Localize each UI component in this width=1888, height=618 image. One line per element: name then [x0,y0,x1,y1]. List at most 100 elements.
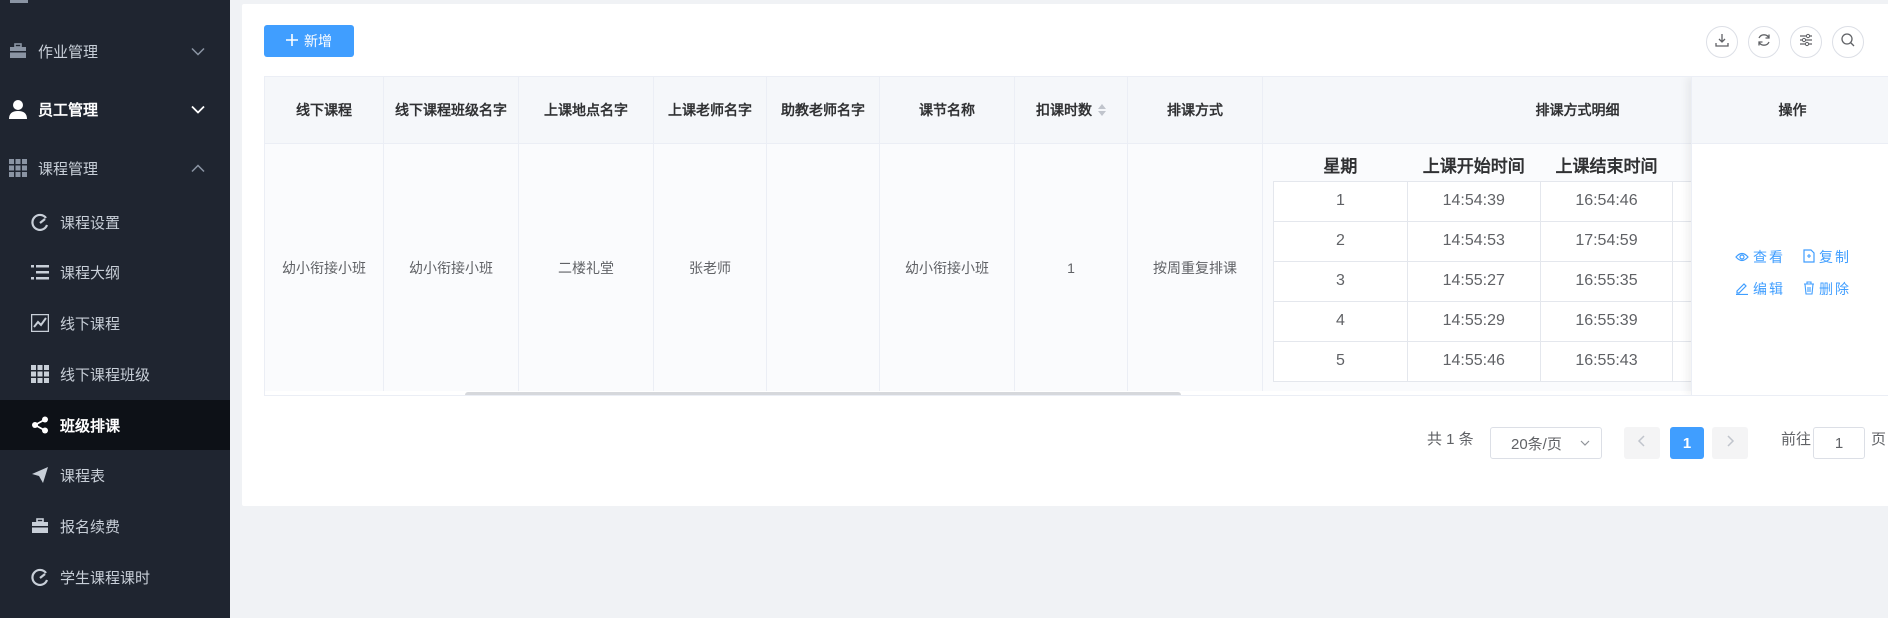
table-header-label: 扣课时数 [1036,102,1092,118]
chevron-up-icon [191,160,205,177]
table-header-cell: 上课老师名字 [654,77,767,144]
table-cell: 幼小衔接小班 [384,144,519,391]
table-header-cell: 线下课程 [265,77,384,144]
view-label: 查看 [1753,249,1785,265]
table-header-cell: 线下课程班级名字 [384,77,519,144]
refresh-button[interactable] [1748,26,1780,58]
detail-cell: 2 [1273,220,1408,262]
download-button[interactable] [1706,26,1738,58]
grid-icon [8,158,28,178]
horizontal-scrollbar[interactable] [465,392,1181,395]
sidebar-item-student-hours[interactable]: 学生课程课时 [0,552,230,602]
detail-cell [1672,260,1693,302]
send-icon [30,465,50,485]
chart-line-icon [30,313,50,333]
sidebar-item-label: 学生课程课时 [60,569,151,587]
detail-cell: 16:54:46 [1539,180,1674,222]
edit-link[interactable]: 编辑 [1735,279,1785,299]
table-header-cell: 上课地点名字 [519,77,654,144]
detail-cell: 16:55:35 [1539,260,1674,302]
sidebar-item-label: 员工管理 [38,101,99,119]
add-button-label: 新增 [304,33,332,49]
detail-header-cell: 上课结束时间 [1540,149,1673,181]
detail-cell: 14:55:27 [1406,260,1541,302]
share-icon [30,415,50,435]
detail-cell: 14:55:29 [1406,300,1541,342]
user-icon [8,99,28,119]
next-page-button[interactable] [1712,427,1748,459]
sidebar-item-course-outline[interactable]: 课程大纲 [0,247,230,297]
detail-cell: 16:55:39 [1539,300,1674,342]
page-size-select[interactable]: 20条/页 [1490,427,1602,459]
sidebar-item-offline-course[interactable]: 线下课程 [0,298,230,348]
add-button[interactable]: 新增 [264,25,354,57]
sidebar-item-offline-class[interactable]: 线下课程班级 [0,349,230,399]
copy-link[interactable]: 复制 [1803,247,1851,267]
schedule-table: 线下课程 线下课程班级名字 上课地点名字 上课老师名字 助教老师名字 课节名称 … [264,76,1888,396]
sidebar-item-staff[interactable]: 员工管理 [0,80,230,138]
detail-row: 2 14:54:53 17:54:59 [1273,220,1693,262]
detail-cell: 17:54:59 [1539,220,1674,262]
table-cell: 按周重复排课 [1128,144,1263,391]
table-cell: 幼小衔接小班 [265,144,384,391]
goto-page-input[interactable] [1813,427,1865,459]
plus-icon [286,33,298,49]
sidebar-item-label: 课程设置 [60,214,121,232]
sidebar-item-course-settings[interactable]: 课程设置 [0,197,230,247]
detail-cell [1672,340,1693,382]
table-header-cell: 操作 [1692,77,1888,144]
edit-label: 编辑 [1753,281,1785,297]
detail-header-cell: 上课开始时间 [1407,149,1541,181]
filter-button[interactable] [1790,26,1822,58]
sidebar-item-enrollment[interactable]: 报名续费 [0,501,230,551]
sidebar-item-homework[interactable]: 作业管理 [0,22,230,80]
document-copy-icon [1803,248,1815,266]
schedule-detail-table: 星期 上课开始时间 上课结束时间 1 14:54:39 16:54:46 2 1… [1273,149,1693,391]
detail-row: 1 14:54:39 16:54:46 [1273,180,1693,222]
table-cell: 张老师 [654,144,767,391]
briefcase-icon [8,41,28,61]
download-icon [1715,33,1729,52]
detail-row: 5 14:55:46 16:55:43 [1273,340,1693,382]
grid-icon [30,364,50,384]
detail-row: 4 14:55:29 16:55:39 [1273,300,1693,342]
detail-cell: 4 [1273,300,1408,342]
page-size-value: 20条/页 [1511,435,1562,453]
table-cell: 1 [1015,144,1128,391]
copy-label: 复制 [1819,249,1851,265]
view-link[interactable]: 查看 [1735,247,1785,267]
delete-link[interactable]: 删除 [1803,279,1851,299]
gauge-icon [30,212,50,232]
sidebar-item-label: 线下课程班级 [60,366,151,384]
sort-caret-icon[interactable] [1098,104,1106,116]
chevron-down-icon [191,101,205,118]
prev-page-button[interactable] [1624,427,1660,459]
pagination-total: 共 1 条 [1427,431,1474,448]
pencil-icon [1735,281,1749,298]
sidebar-item-class-scheduling[interactable]: 班级排课 [0,400,230,450]
table-cell: 二楼礼堂 [519,144,654,391]
search-button[interactable] [1832,26,1864,58]
table-header-cell: 助教老师名字 [767,77,880,144]
detail-header-cell [1672,149,1693,181]
page-number-current[interactable]: 1 [1670,427,1704,459]
sidebar-item-timetable[interactable]: 课程表 [0,450,230,500]
sidebar-top-stub [0,0,230,14]
detail-cell: 14:54:39 [1406,180,1541,222]
row-actions: 查看 复制 编辑 删除 [1692,241,1888,305]
sidebar-item-label: 课程管理 [38,160,99,178]
table-header-cell: 课节名称 [880,77,1015,144]
detail-cell [1672,300,1693,342]
trash-icon [1803,280,1815,298]
detail-cell [1672,220,1693,262]
sidebar-item-label: 课程大纲 [60,264,121,282]
eye-icon [1735,249,1749,265]
sidebar-item-course-management[interactable]: 课程管理 [0,139,230,197]
briefcase-icon [30,516,50,536]
main-card: 新增 线下课程 线下课程班级名字 上课地点名字 上课老师名字 助教老师名字 课节… [242,4,1888,506]
sidebar-item-label: 班级排课 [60,417,121,435]
table-header-sortable[interactable]: 扣课时数 [1015,77,1128,144]
detail-cell [1672,180,1693,222]
sidebar-item-label: 线下课程 [60,315,121,333]
chevron-right-icon [1725,434,1735,452]
